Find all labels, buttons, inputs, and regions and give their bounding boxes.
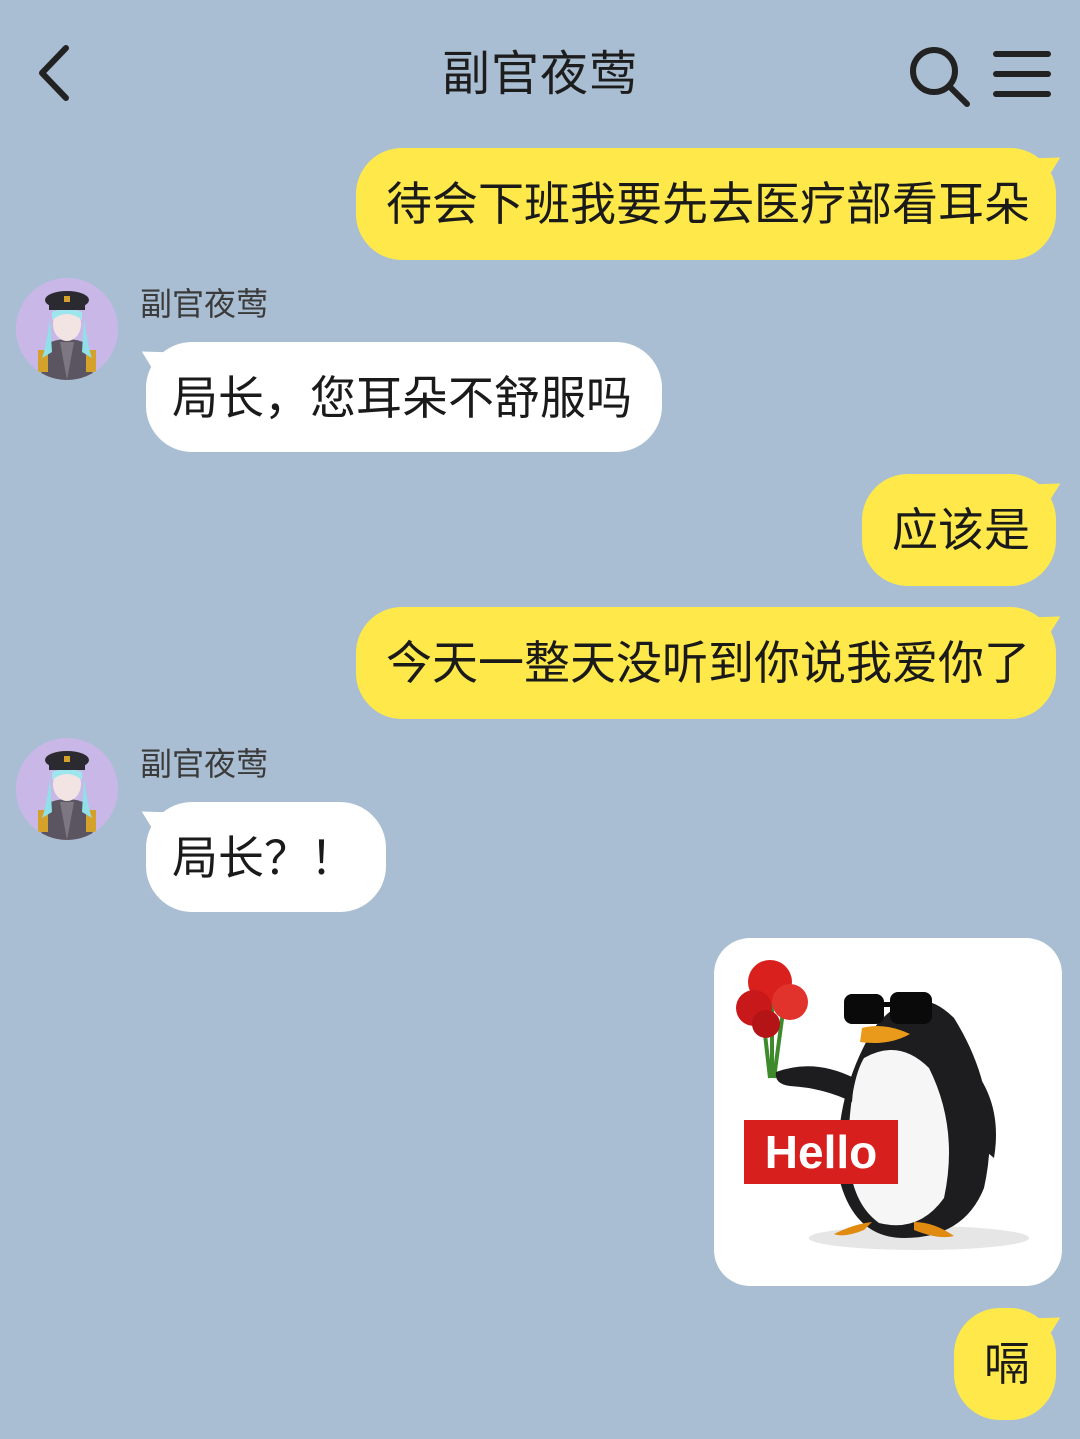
bubble-tail <box>1030 604 1068 642</box>
message-bubble-outgoing[interactable]: 待会下班我要先去医疗部看耳朵 <box>356 145 1068 260</box>
sticker-text: Hello <box>744 1120 898 1184</box>
bubble-tail <box>1030 471 1068 509</box>
sender-name: 副官夜莺 <box>140 745 269 783</box>
sticker-message[interactable]: Hello <box>714 938 1062 1286</box>
penguin-sticker-image <box>736 960 1029 1250</box>
avatar[interactable] <box>16 278 118 380</box>
search-icon <box>910 47 970 107</box>
message-bubble-incoming[interactable]: 局长？！ <box>134 799 386 912</box>
sender-name: 副官夜莺 <box>140 285 269 323</box>
message-text: 嗝 <box>984 1337 1030 1391</box>
message-text: 局长，您耳朵不舒服吗 <box>172 371 632 425</box>
chat-header: 副官夜莺 <box>0 0 1080 140</box>
bubble-tail <box>1030 145 1068 183</box>
message-text: 今天一整天没听到你说我爱你了 <box>386 636 1030 690</box>
avatar[interactable] <box>16 738 118 840</box>
message-bubble-incoming[interactable]: 局长，您耳朵不舒服吗 <box>134 339 662 452</box>
bubble-tail <box>134 799 172 837</box>
menu-button[interactable] <box>990 44 1054 104</box>
message-text: 待会下班我要先去医疗部看耳朵 <box>386 177 1030 231</box>
avatar-officer-icon <box>16 738 118 840</box>
message-text: 局长？！ <box>172 831 356 885</box>
message-bubble-outgoing[interactable]: 应该是 <box>862 471 1068 586</box>
bubble-tail <box>134 339 172 377</box>
message-bubble-outgoing[interactable]: 今天一整天没听到你说我爱你了 <box>356 604 1068 719</box>
menu-icon <box>993 51 1051 97</box>
search-button[interactable] <box>905 42 973 110</box>
avatar-officer-icon <box>16 278 118 380</box>
message-bubble-outgoing[interactable]: 嗝 <box>954 1305 1068 1420</box>
bubble-tail <box>1030 1305 1068 1343</box>
message-text: 应该是 <box>892 503 1030 557</box>
